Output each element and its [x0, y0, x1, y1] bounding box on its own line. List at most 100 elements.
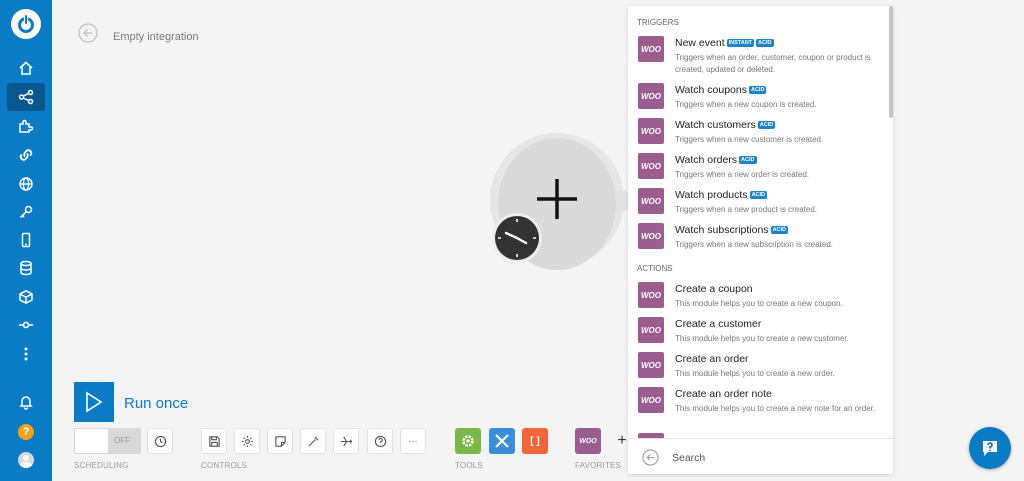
save-button[interactable]: [201, 428, 227, 454]
module-description: Triggers when a new customer is created.: [675, 135, 824, 144]
module-description: Triggers when a new product is created.: [675, 205, 817, 214]
home-icon[interactable]: [7, 54, 45, 82]
triggers-heading: TRIGGERS: [637, 18, 679, 27]
module-title-text: Watch coupons: [675, 84, 747, 96]
acid-badge: ACID: [748, 86, 767, 94]
phone-icon[interactable]: [7, 226, 45, 254]
help-button[interactable]: [367, 428, 393, 454]
flow-icon[interactable]: [7, 311, 45, 339]
scenario-title[interactable]: Empty integration: [113, 31, 199, 43]
magic-wand-icon: [307, 436, 318, 447]
note-icon: [274, 435, 286, 447]
logo-icon[interactable]: [11, 9, 41, 39]
save-icon: [208, 435, 220, 447]
crossed-tools-icon: [495, 434, 509, 448]
more-vertical-icon[interactable]: [7, 340, 45, 368]
puzzle-icon[interactable]: [7, 112, 45, 140]
module-title: Watch customers ACID: [675, 119, 776, 131]
auto-align-button[interactable]: [300, 428, 326, 454]
schedule-clock-button[interactable]: [147, 428, 173, 454]
help-icon-label: ?: [18, 424, 34, 440]
help-icon[interactable]: ?: [7, 418, 45, 446]
acid-badge: ACID: [739, 156, 757, 164]
avatar-icon[interactable]: [7, 446, 45, 474]
module-title: Create an order note: [675, 388, 772, 400]
chat-question-icon: [983, 441, 997, 456]
module-title-text: Watch subscriptions: [675, 224, 769, 236]
module-description: This module helps you to create a new cu…: [675, 334, 849, 343]
woocommerce-icon: WOO: [638, 387, 664, 413]
explain-flow-button[interactable]: [333, 428, 359, 454]
instant-badge: INSTANT: [726, 39, 755, 47]
favorites-label: FAVORITES: [575, 461, 622, 470]
module-title: Watch orders ACID: [675, 154, 757, 166]
globe-icon[interactable]: [7, 170, 45, 198]
acid-badge: ACID: [757, 121, 776, 129]
clock-small-icon: [154, 435, 166, 447]
play-icon: [86, 391, 103, 413]
module-description: This module helps you to create a new no…: [675, 404, 876, 413]
tools-label: TOOLS: [455, 461, 483, 470]
module-title: New event INSTANT ACID: [675, 37, 774, 49]
help-chat-button[interactable]: [969, 427, 1011, 469]
module-title-text: New event: [675, 37, 725, 49]
back-arrow-icon[interactable]: [78, 23, 98, 43]
controls-label: CONTROLS: [201, 461, 248, 470]
scheduling-toggle[interactable]: OFF: [74, 428, 141, 454]
module-title: Watch coupons ACID: [675, 84, 767, 96]
key-icon[interactable]: [7, 198, 45, 226]
module-title: Create an order: [675, 353, 749, 365]
toggle-state: OFF: [114, 436, 130, 445]
panel-scrollbar[interactable]: [889, 6, 893, 118]
airplane-icon: [340, 436, 352, 446]
module-description: Triggers when a new subscription is crea…: [675, 240, 833, 249]
run-once-label[interactable]: Run once: [124, 395, 188, 412]
tools-text-parser-button[interactable]: [ ]: [522, 428, 548, 454]
woocommerce-icon: WOO: [638, 36, 664, 62]
clock-icon[interactable]: [491, 212, 543, 264]
search-back-icon[interactable]: [642, 449, 659, 466]
module-title: Create a coupon: [675, 283, 753, 295]
woocommerce-icon: WOO: [638, 282, 664, 308]
link-icon[interactable]: [7, 141, 45, 169]
woocommerce-icon: WOO: [638, 188, 664, 214]
module-description: Triggers when a new order is created.: [675, 170, 809, 179]
sidebar: ?: [0, 0, 52, 481]
gear-icon: [241, 435, 253, 447]
module-description: This module helps you to create a new or…: [675, 369, 835, 378]
cube-icon[interactable]: [7, 283, 45, 311]
woocommerce-icon: WOO: [638, 153, 664, 179]
bell-icon[interactable]: [7, 388, 45, 416]
module-title-text: Watch orders: [675, 154, 738, 166]
share-icon[interactable]: [7, 83, 45, 111]
scheduling-label: SCHEDULING: [74, 461, 129, 470]
run-once-button[interactable]: [74, 382, 114, 422]
module-title-text: Watch products: [675, 189, 748, 201]
search-input[interactable]: [672, 449, 872, 466]
question-icon: [374, 435, 386, 447]
module-picker-panel: TRIGGERS WOO New event INSTANT ACID Trigge…: [628, 6, 893, 474]
gear-tool-icon: [462, 435, 474, 447]
toggle-knob: [75, 429, 108, 453]
module-title-text: Watch customers: [675, 119, 756, 131]
more-button[interactable]: ···: [400, 428, 426, 454]
acid-badge: ACID: [749, 191, 768, 199]
woocommerce-icon: WOO: [638, 118, 664, 144]
notes-button[interactable]: [267, 428, 293, 454]
actions-heading: ACTIONS: [637, 264, 673, 273]
module-description: Triggers when a new coupon is created.: [675, 100, 817, 109]
tools-flow-control-button[interactable]: [455, 428, 481, 454]
module-title: Create a customer: [675, 318, 762, 330]
woocommerce-icon: WOO: [638, 317, 664, 343]
search-bar: [628, 438, 893, 474]
module-title: Watch subscriptions ACID: [675, 224, 789, 236]
module-description: This module helps you to create a new co…: [675, 299, 843, 308]
acid-badge: ACID: [756, 39, 774, 47]
woocommerce-icon: WOO: [638, 83, 664, 109]
database-icon[interactable]: [7, 254, 45, 282]
module-list: TRIGGERS WOO New event INSTANT ACID Trigge…: [628, 6, 893, 438]
favorites-woo-button[interactable]: WOO: [575, 428, 601, 454]
woocommerce-icon: WOO: [638, 223, 664, 249]
settings-button[interactable]: [234, 428, 260, 454]
tools-tools-button[interactable]: [489, 428, 515, 454]
